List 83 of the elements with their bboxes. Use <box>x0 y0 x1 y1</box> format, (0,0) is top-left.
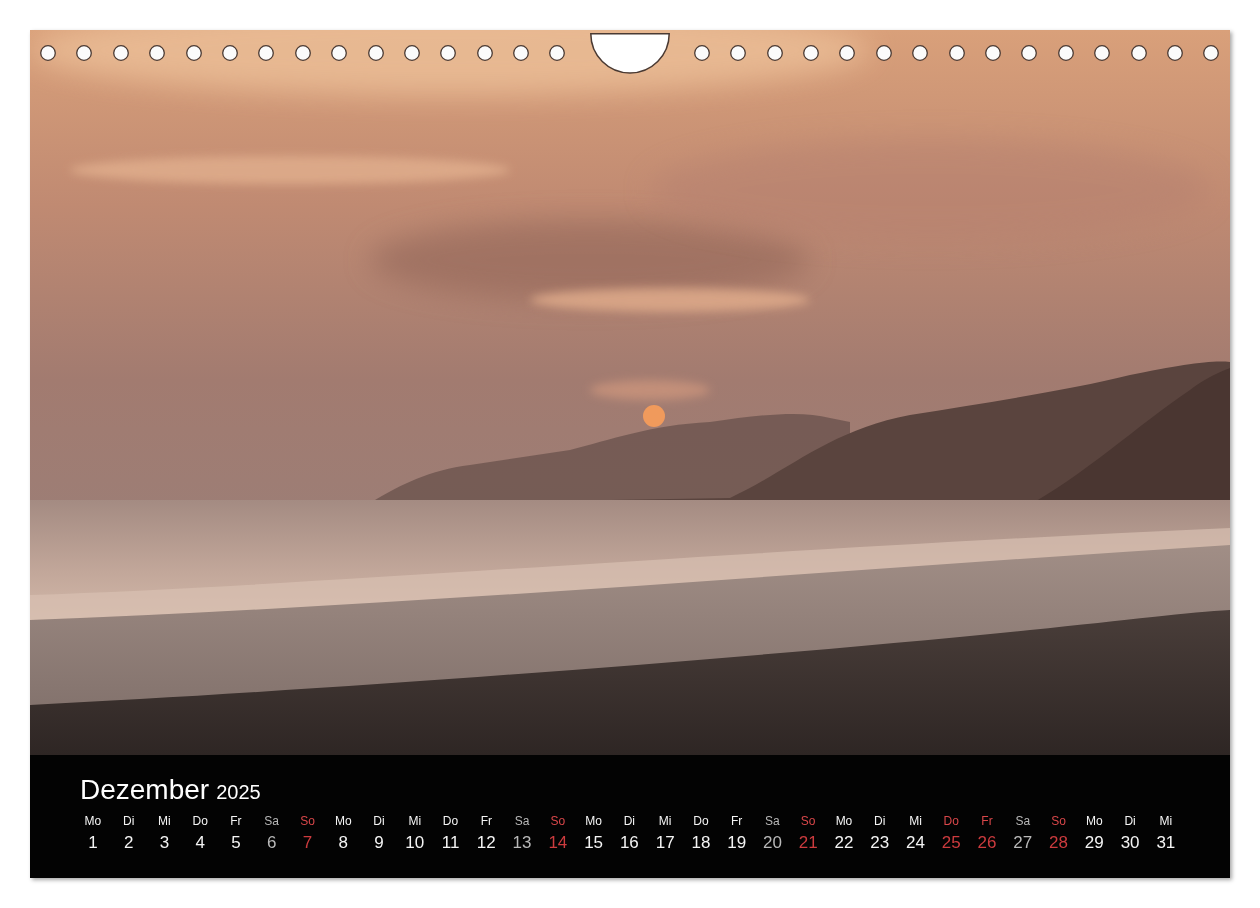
punch-hole-icon <box>513 45 530 61</box>
punch-hole-icon <box>331 45 348 61</box>
date-number: 30 <box>1120 832 1140 854</box>
weekday-label: Fr <box>981 813 993 829</box>
date-number: 4 <box>195 832 205 854</box>
date-number: 1 <box>88 832 98 854</box>
weekday-label: Mi <box>408 813 422 829</box>
weekday-label: So <box>800 813 816 829</box>
date-number: 2 <box>123 832 134 854</box>
date-number: 20 <box>762 832 782 854</box>
weekday-label: Mi <box>158 813 171 829</box>
weekday-label: Mi <box>1159 813 1173 829</box>
punch-hole-icon <box>875 45 892 61</box>
punch-hole-icon <box>294 45 311 61</box>
weekday-label: Mi <box>909 813 922 829</box>
weekday-label: Do <box>693 813 709 829</box>
weekday-label: Do <box>192 813 208 829</box>
weekday-label: Mo <box>1086 813 1103 829</box>
punch-hole-icon <box>1094 45 1111 61</box>
weekday-label: Sa <box>765 813 780 829</box>
punch-hole-icon <box>112 45 129 61</box>
hanger-cutout-icon <box>589 33 670 74</box>
date-number: 24 <box>906 832 925 854</box>
date-number: 29 <box>1084 832 1104 854</box>
date-number: 6 <box>266 832 277 854</box>
date-number: 17 <box>655 832 675 854</box>
year-title: 2025 <box>216 780 261 805</box>
punch-hole-icon <box>403 45 420 61</box>
date-number: 13 <box>512 832 532 854</box>
weekday-label: Sa <box>1015 813 1031 829</box>
weekday-label: Mi <box>658 813 672 829</box>
weekday-label: Sa <box>264 813 280 829</box>
weekday-label: Di <box>122 813 135 829</box>
date-number: 16 <box>619 832 639 854</box>
date-number: 10 <box>405 832 425 854</box>
date-number: 22 <box>834 832 854 854</box>
date-number: 26 <box>977 832 997 854</box>
weekday-label: Di <box>373 813 385 829</box>
weekday-label: So <box>1051 813 1066 829</box>
weekday-label: Mo <box>334 813 352 829</box>
date-number: 25 <box>941 832 961 854</box>
punch-hole-icon <box>985 45 1001 61</box>
weekday-label: Fr <box>230 813 242 829</box>
date-number: 8 <box>338 832 348 854</box>
punch-hole-icon <box>221 45 238 61</box>
date-number: 21 <box>798 832 818 854</box>
weekday-label: Di <box>874 813 886 829</box>
punch-hole-icon <box>693 45 710 61</box>
weekday-label: Fr <box>480 813 492 829</box>
weekday-label: Mo <box>84 813 102 829</box>
setting-sun <box>643 405 665 427</box>
month-title: Dezember <box>80 773 210 807</box>
weekday-label: So <box>550 813 566 829</box>
date-number: 3 <box>159 832 170 854</box>
date-number: 11 <box>441 832 460 854</box>
date-number: 23 <box>870 832 890 854</box>
date-number: 19 <box>727 832 747 854</box>
weekday-label: Sa <box>514 813 530 829</box>
date-number: 27 <box>1013 832 1033 854</box>
weekday-label: So <box>300 813 315 829</box>
date-number: 5 <box>231 832 241 854</box>
weekday-label: Di <box>1124 813 1136 829</box>
punch-hole-icon <box>1166 45 1183 61</box>
weekday-label: Fr <box>731 813 743 829</box>
date-number: 14 <box>548 832 568 854</box>
date-number: 31 <box>1156 832 1176 854</box>
weekday-label: Do <box>943 813 959 829</box>
punch-hole-icon <box>149 45 166 61</box>
punch-hole-icon <box>40 45 56 61</box>
date-number: 9 <box>374 832 384 854</box>
punch-hole-icon <box>803 45 820 61</box>
date-number: 28 <box>1049 832 1068 854</box>
date-number: 7 <box>302 832 313 854</box>
weekday-label: Di <box>623 813 636 829</box>
date-number: 12 <box>476 832 496 854</box>
punch-hole-icon <box>1057 45 1074 61</box>
punch-hole-icon <box>730 45 747 61</box>
weekday-label: Mo <box>835 813 853 829</box>
date-number: 18 <box>691 832 711 854</box>
weekday-label: Mo <box>585 813 602 829</box>
weekday-label: Do <box>442 813 459 829</box>
punch-hole-icon <box>912 45 929 61</box>
date-number: 15 <box>584 832 604 854</box>
